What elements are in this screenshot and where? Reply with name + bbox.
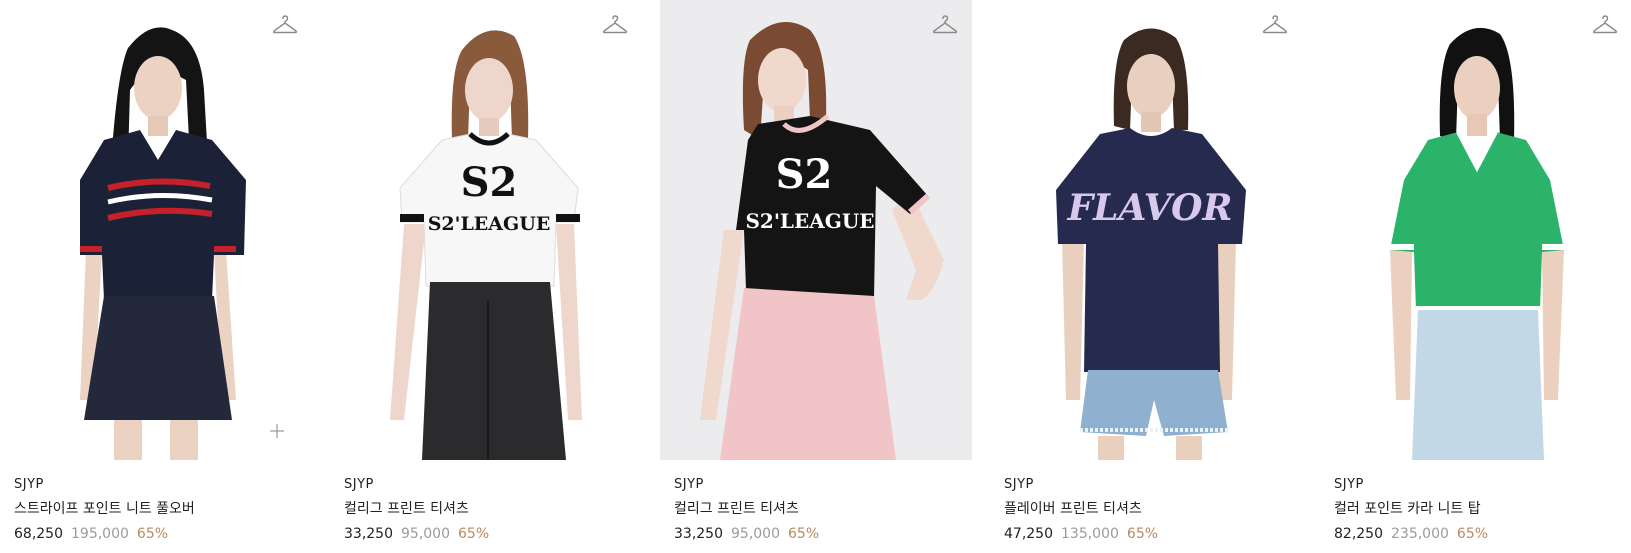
original-price: 235,000 — [1391, 526, 1449, 542]
product-info: SJYP 컬리그 프린트 티셔츠 33,250 95,000 65% — [330, 477, 642, 543]
product-image[interactable]: FLAVOR — [990, 0, 1302, 460]
plus-icon[interactable] — [268, 422, 286, 440]
product-card[interactable]: S2 S2'LEAGUE SJYP 컬리그 프린트 티셔츠 33,250 95,0… — [660, 0, 972, 553]
discount-rate: 65% — [1126, 526, 1159, 542]
svg-text:FLAVOR: FLAVOR — [1067, 187, 1233, 229]
product-card[interactable]: SJYP 스트라이프 포인트 니트 풀오버 68,250 195,000 65% — [0, 0, 312, 553]
discount-rate: 65% — [1456, 526, 1489, 542]
product-info: SJYP 스트라이프 포인트 니트 풀오버 68,250 195,000 65% — [0, 477, 312, 543]
hanger-icon[interactable] — [1262, 14, 1288, 36]
svg-text:S2: S2 — [461, 159, 518, 206]
hanger-icon[interactable] — [602, 14, 628, 36]
sale-price: 82,250 — [1334, 526, 1383, 542]
brand-name[interactable]: SJYP — [1334, 477, 1631, 493]
hanger-icon[interactable] — [1592, 14, 1618, 36]
original-price: 95,000 — [731, 526, 780, 542]
price-row: 33,250 95,000 65% — [674, 525, 972, 543]
product-card[interactable]: SJYP 컬러 포인트 카라 니트 탑 82,250 235,000 65% — [1320, 0, 1631, 553]
price-row: 33,250 95,000 65% — [344, 525, 642, 543]
original-price: 135,000 — [1061, 526, 1119, 542]
sale-price: 33,250 — [344, 526, 393, 542]
price-row: 82,250 235,000 65% — [1334, 525, 1631, 543]
product-card[interactable]: FLAVOR SJYP 플레이버 프린트 티셔츠 47,250 135,000 65… — [990, 0, 1302, 553]
original-price: 195,000 — [71, 526, 129, 542]
product-info: SJYP 플레이버 프린트 티셔츠 47,250 135,000 65% — [990, 477, 1302, 543]
product-image[interactable]: S2 S2'LEAGUE — [330, 0, 642, 460]
brand-name[interactable]: SJYP — [1004, 477, 1302, 493]
product-info: SJYP 컬리그 프린트 티셔츠 33,250 95,000 65% — [660, 477, 972, 543]
product-grid: SJYP 스트라이프 포인트 니트 풀오버 68,250 195,000 65% S… — [0, 0, 1631, 553]
brand-name[interactable]: SJYP — [674, 477, 972, 493]
price-row: 47,250 135,000 65% — [1004, 525, 1302, 543]
svg-text:S2: S2 — [776, 151, 833, 198]
hanger-icon[interactable] — [932, 14, 958, 36]
original-price: 95,000 — [401, 526, 450, 542]
product-name[interactable]: 컬러 포인트 카라 니트 탑 — [1334, 500, 1631, 518]
price-row: 68,250 195,000 65% — [14, 525, 312, 543]
discount-rate: 65% — [458, 526, 490, 542]
hanger-icon[interactable] — [272, 14, 298, 36]
product-image[interactable]: S2 S2'LEAGUE — [660, 0, 972, 460]
product-card[interactable]: S2 S2'LEAGUE SJYP 컬리그 프린트 티셔츠 33,250 95,0… — [330, 0, 642, 553]
product-info: SJYP 컬러 포인트 카라 니트 탑 82,250 235,000 65% — [1320, 477, 1631, 543]
product-name[interactable]: 컬리그 프린트 티셔츠 — [674, 500, 972, 518]
product-name[interactable]: 플레이버 프린트 티셔츠 — [1004, 500, 1302, 518]
brand-name[interactable]: SJYP — [344, 477, 642, 493]
product-name[interactable]: 컬리그 프린트 티셔츠 — [344, 500, 642, 518]
sale-price: 47,250 — [1004, 526, 1053, 542]
svg-text:S2'LEAGUE: S2'LEAGUE — [745, 209, 874, 233]
product-name[interactable]: 스트라이프 포인트 니트 풀오버 — [14, 500, 312, 518]
svg-text:S2'LEAGUE: S2'LEAGUE — [428, 213, 551, 235]
discount-rate: 65% — [788, 526, 820, 542]
discount-rate: 65% — [136, 526, 169, 542]
product-image[interactable] — [0, 0, 312, 460]
brand-name[interactable]: SJYP — [14, 477, 312, 493]
sale-price: 33,250 — [674, 526, 723, 542]
sale-price: 68,250 — [14, 526, 63, 542]
product-image[interactable] — [1320, 0, 1631, 460]
